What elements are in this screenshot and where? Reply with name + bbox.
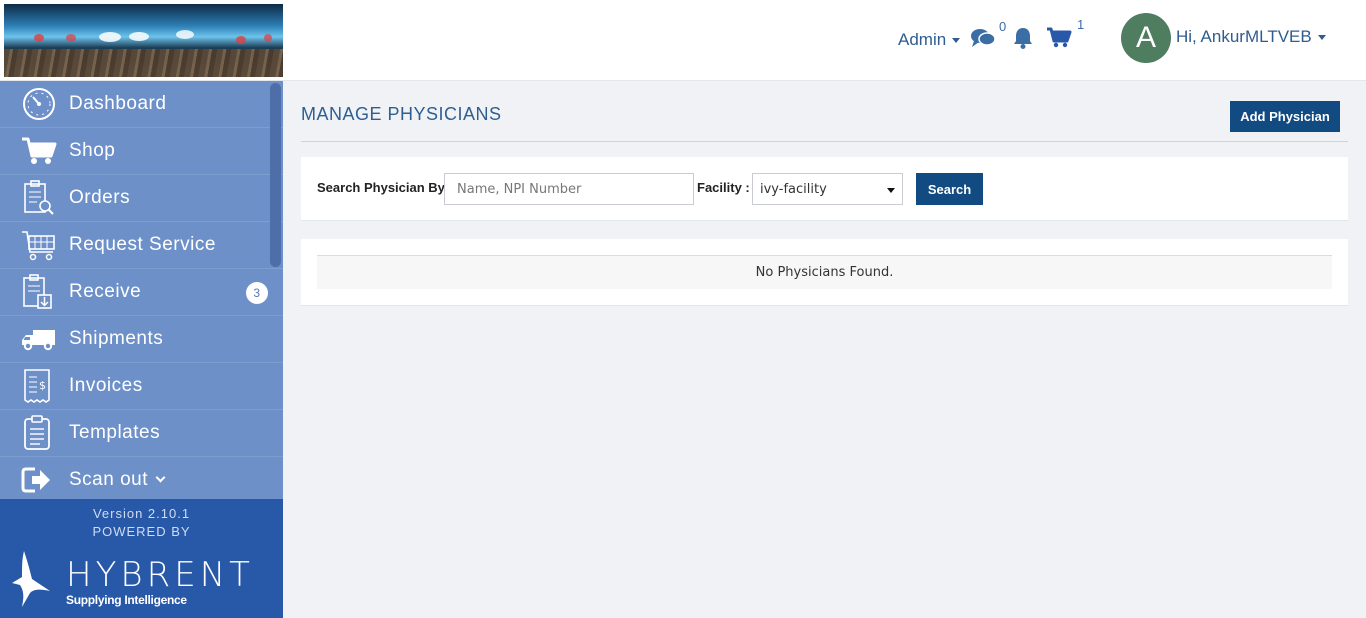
facility-selected-value: ivy-facility [760, 181, 827, 197]
sidebar-item-label: Request Service [69, 234, 216, 255]
add-physician-button[interactable]: Add Physician [1230, 101, 1340, 132]
sidebar-item-templates[interactable]: Templates [0, 410, 283, 457]
notifications-button[interactable] [1012, 26, 1034, 50]
powered-by-text: POWERED BY [92, 524, 191, 539]
sidebar-item-shipments[interactable]: Shipments [0, 316, 283, 363]
version-text: Version 2.10.1 [92, 506, 191, 521]
cart-count: 1 [1076, 17, 1085, 32]
admin-menu[interactable]: Admin [898, 30, 961, 50]
template-clipboard-icon [21, 415, 63, 451]
search-label: Search Physician By [317, 180, 445, 195]
search-panel: Search Physician By Facility : ivy-facil… [301, 157, 1348, 221]
sign-out-icon [21, 462, 63, 498]
sidebar-item-label: Scan out [69, 469, 148, 490]
results-panel: No Physicians Found. [301, 239, 1348, 306]
dashboard-gauge-icon [21, 86, 63, 122]
admin-label: Admin [898, 30, 947, 49]
sidebar-item-label: Shop [69, 140, 116, 161]
header-banner-image [4, 4, 283, 77]
invoice-receipt-icon: $ [21, 368, 63, 404]
sidebar-footer: Version 2.10.1 POWERED BY HYBRENT Supply… [0, 499, 283, 618]
chat-bubbles-icon [971, 29, 996, 47]
service-cart-icon [21, 227, 63, 263]
sidebar-item-request-service[interactable]: Request Service [0, 222, 283, 269]
cart-button[interactable]: 1 [1046, 17, 1084, 49]
sidebar-item-label: Invoices [69, 375, 143, 396]
messages-button[interactable]: 0 [970, 19, 1006, 49]
sidebar-item-label: Receive [69, 281, 142, 302]
sidebar-item-orders[interactable]: Orders [0, 175, 283, 222]
clipboard-search-icon [21, 180, 63, 216]
sidebar-item-label: Templates [69, 422, 161, 443]
sidebar-scrollbar[interactable] [270, 83, 281, 267]
sidebar-item-scan-out[interactable]: Scan out [0, 457, 283, 499]
svg-text:$: $ [39, 379, 47, 392]
hybrent-logo: HYBRENT Supplying Intelligence [10, 549, 260, 611]
facility-select[interactable]: ivy-facility [752, 173, 903, 205]
empty-results-row: No Physicians Found. [317, 255, 1332, 289]
chevron-down-icon [155, 472, 166, 483]
sidebar-item-receive[interactable]: Receive 3 [0, 269, 283, 316]
search-button[interactable]: Search [916, 173, 983, 205]
caret-down-icon [952, 37, 961, 43]
receive-count-badge: 3 [246, 282, 268, 304]
dropdown-arrow-icon [887, 188, 895, 193]
page-title: MANAGE PHYSICIANS [301, 104, 502, 124]
sidebar-item-invoices[interactable]: $ Invoices [0, 363, 283, 410]
sidebar-item-label: Dashboard [69, 93, 167, 114]
user-menu[interactable]: Hi, AnkurMLTVEB [1176, 27, 1326, 47]
cart-icon [1047, 27, 1072, 48]
physician-search-input[interactable] [444, 173, 694, 205]
messages-count: 0 [998, 19, 1007, 34]
sidebar-item-shop[interactable]: Shop [0, 128, 283, 175]
bird-logo-icon [12, 551, 50, 607]
caret-down-icon [1317, 34, 1326, 40]
title-divider [301, 141, 1348, 142]
brand-name: HYBRENT [66, 555, 254, 595]
top-header: Admin 0 1 A Hi, AnkurMLTVEB [0, 0, 1366, 81]
shopping-cart-icon [21, 133, 63, 169]
user-greeting: Hi, AnkurMLTVEB [1176, 27, 1312, 46]
brand-tagline: Supplying Intelligence [66, 593, 187, 607]
receive-clipboard-icon [21, 274, 63, 310]
sidebar-nav: Dashboard Shop Orders Request Service Re… [0, 81, 283, 499]
user-avatar[interactable]: A [1121, 13, 1171, 63]
sidebar-item-label: Orders [69, 187, 131, 208]
sidebar-item-dashboard[interactable]: Dashboard [0, 81, 283, 128]
facility-label: Facility : [697, 180, 750, 195]
delivery-truck-icon [21, 321, 63, 357]
bell-icon [1014, 28, 1033, 49]
header-actions: Admin 0 1 [898, 12, 1084, 64]
sidebar-item-label: Shipments [69, 328, 164, 349]
